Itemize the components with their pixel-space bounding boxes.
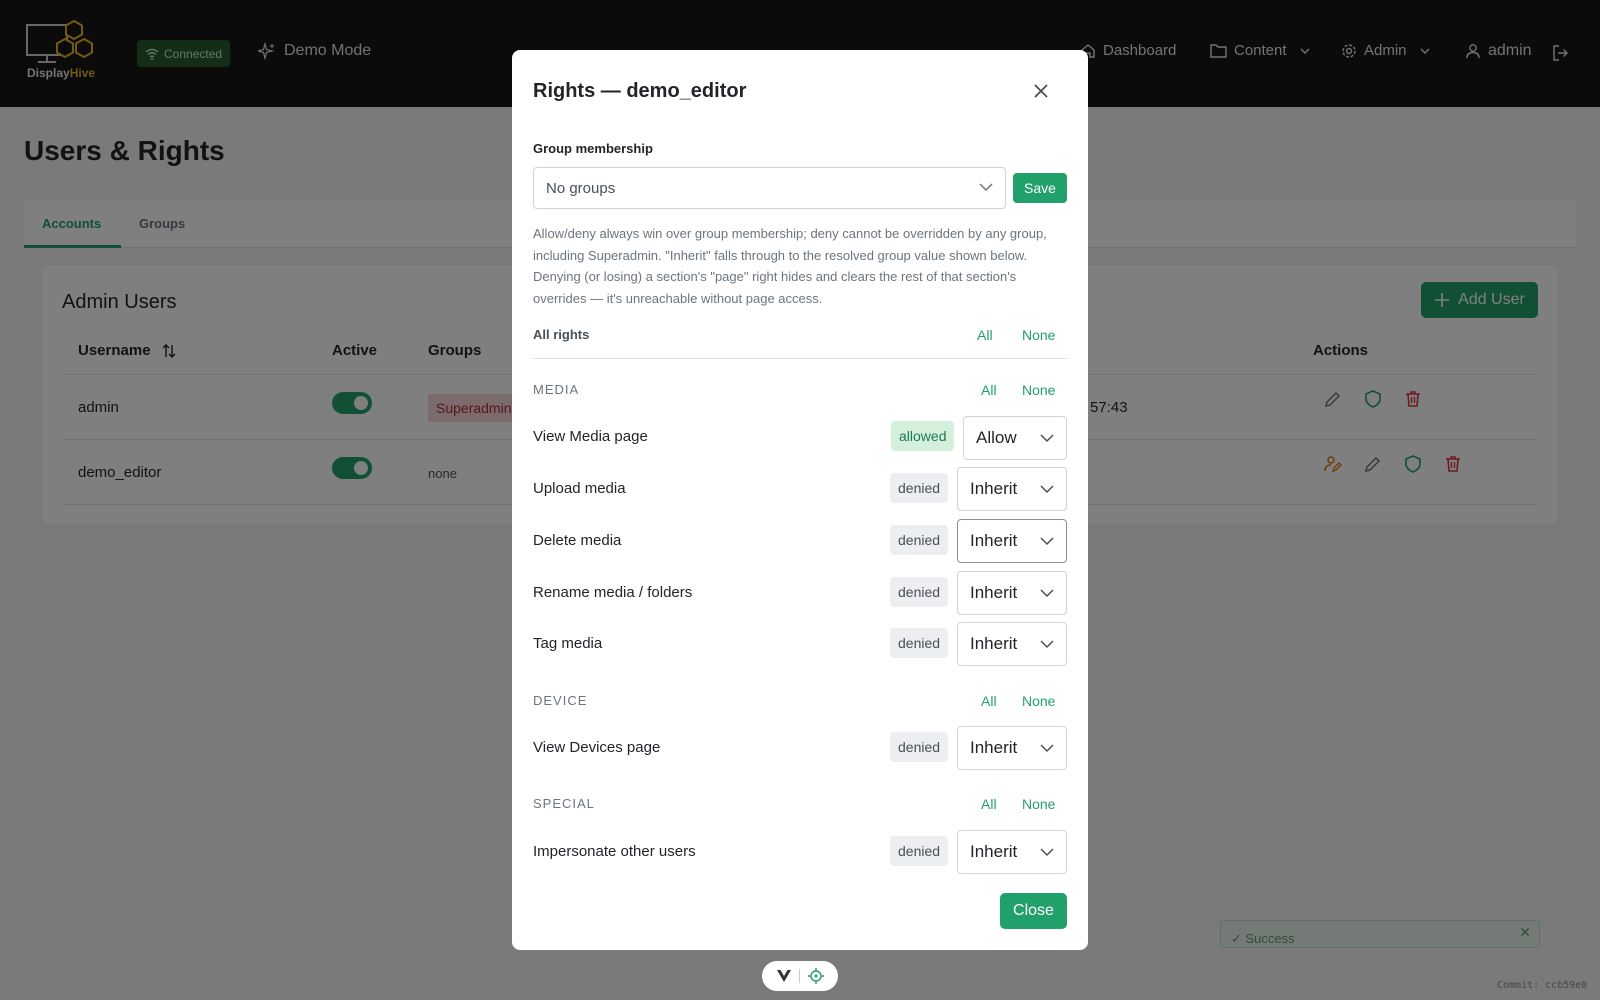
group-select-value: No groups (546, 179, 616, 197)
right-select-tag-media[interactable]: Inherit (957, 622, 1067, 666)
group-membership-label: Group membership (533, 141, 653, 156)
device-all-link[interactable]: All (981, 693, 997, 709)
chevron-down-icon (979, 183, 993, 192)
all-rights-none-link[interactable]: None (1022, 327, 1055, 343)
chevron-down-icon (1040, 537, 1054, 546)
right-label-rename-media: Rename media / folders (533, 584, 693, 601)
close-button[interactable]: Close (1000, 893, 1067, 929)
modal-title: Rights — demo_editor (533, 80, 747, 102)
chevron-down-icon (1040, 589, 1054, 598)
save-groups-button[interactable]: Save (1013, 173, 1067, 203)
vue-devtools-icon[interactable] (776, 969, 792, 983)
right-label-tag-media: Tag media (533, 635, 603, 652)
chevron-down-icon (1040, 434, 1054, 443)
chevron-down-icon (1040, 744, 1054, 753)
right-state-badge: denied (890, 628, 949, 658)
right-select-rename-media[interactable]: Inherit (957, 571, 1067, 615)
right-state-badge: denied (890, 525, 949, 555)
right-label-impersonate: Impersonate other users (533, 843, 696, 860)
all-rights-all-link[interactable]: All (977, 327, 993, 343)
right-label-delete-media: Delete media (533, 532, 622, 549)
chevron-down-icon (1040, 848, 1054, 857)
chevron-down-icon (1040, 640, 1054, 649)
all-rights-divider (533, 358, 1067, 359)
media-none-link[interactable]: None (1022, 382, 1055, 398)
right-state-badge: denied (890, 836, 949, 866)
device-none-link[interactable]: None (1022, 693, 1055, 709)
rights-modal: Rights — demo_editor Group membership No… (512, 50, 1088, 950)
devtools-toolbar (762, 961, 838, 991)
chevron-down-icon (1040, 485, 1054, 494)
rights-help-text: Allow/deny always win over group members… (533, 226, 1047, 306)
right-label-upload-media: Upload media (533, 480, 626, 497)
right-select-view-media[interactable]: Allow (963, 416, 1067, 460)
crosshair-icon[interactable] (808, 968, 825, 984)
close-icon[interactable] (1032, 82, 1050, 100)
right-select-impersonate[interactable]: Inherit (957, 830, 1067, 874)
section-title-media: MEDIA (533, 382, 580, 397)
media-all-link[interactable]: All (981, 382, 997, 398)
right-label-view-devices: View Devices page (533, 739, 661, 756)
special-all-link[interactable]: All (981, 796, 997, 812)
section-title-device: DEVICE (533, 693, 588, 708)
right-select-delete-media[interactable]: Inherit (957, 519, 1067, 563)
right-select-view-devices[interactable]: Inherit (957, 726, 1067, 770)
right-state-badge: allowed (891, 421, 955, 451)
right-label-view-media: View Media page (533, 428, 648, 445)
all-rights-label: All rights (533, 327, 590, 342)
section-title-special: SPECIAL (533, 796, 595, 811)
right-state-badge: denied (890, 577, 949, 607)
right-state-badge: denied (890, 732, 949, 762)
devtools-separator (799, 969, 801, 983)
right-select-upload-media[interactable]: Inherit (957, 467, 1067, 511)
right-state-badge: denied (890, 473, 949, 503)
group-membership-select[interactable]: No groups (533, 167, 1006, 209)
special-none-link[interactable]: None (1022, 796, 1055, 812)
